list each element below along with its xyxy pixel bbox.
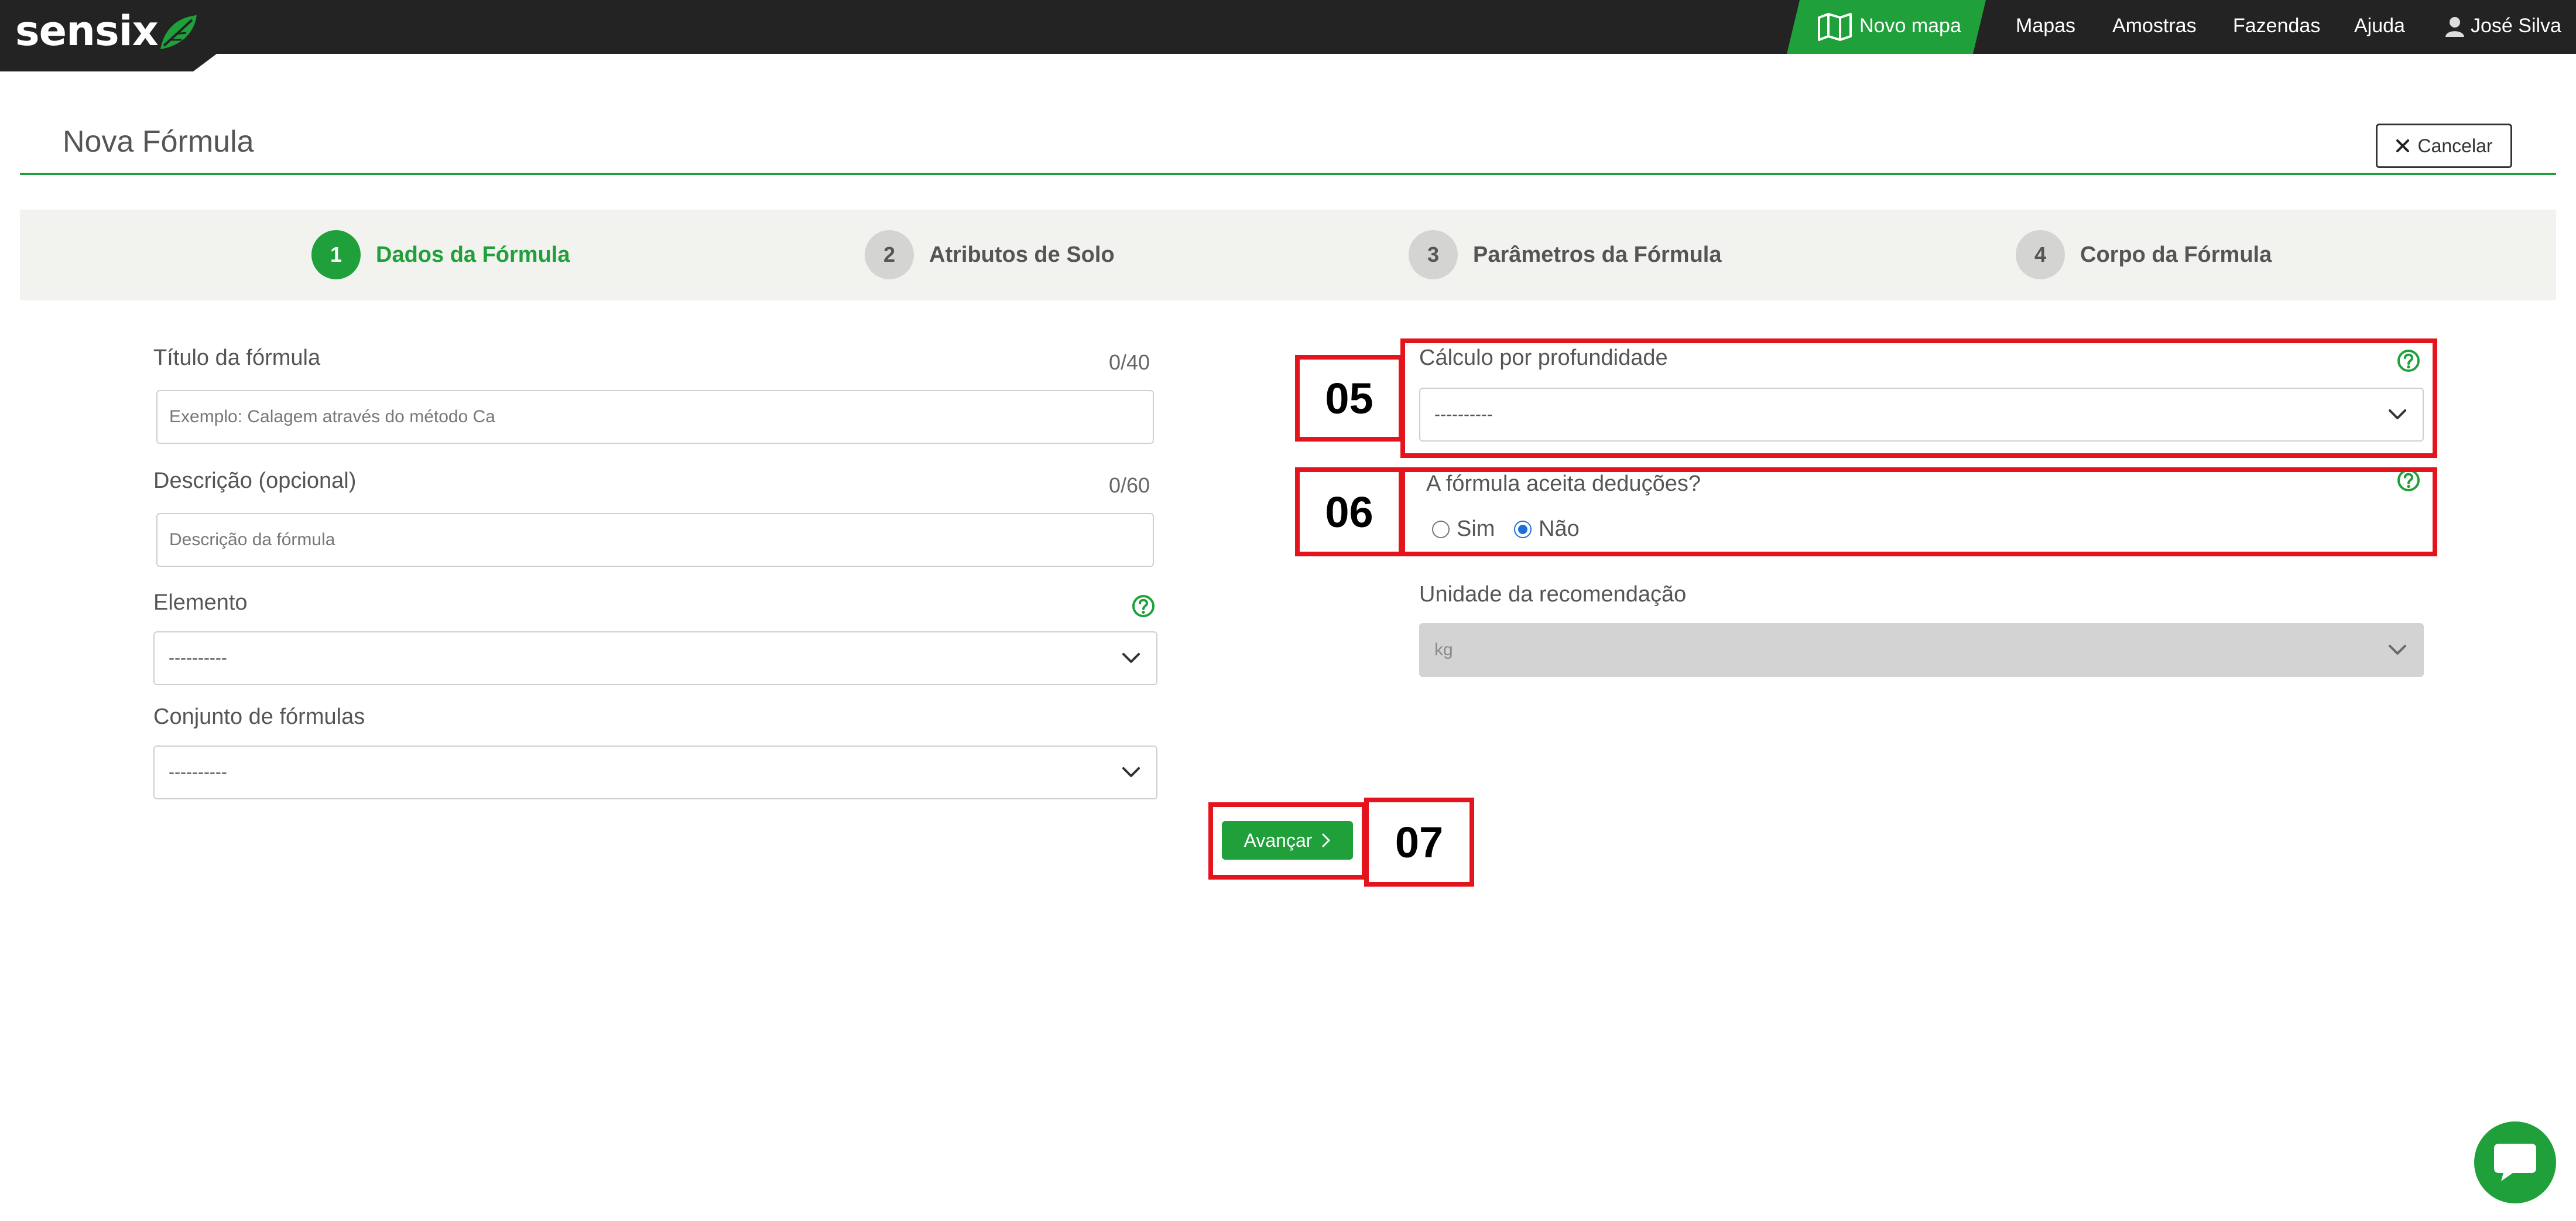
nav-link-help[interactable]: Ajuda — [2354, 15, 2405, 37]
formula-title-label: Título da fórmula — [153, 346, 321, 370]
element-label: Elemento — [153, 590, 248, 615]
formula-set-select[interactable]: ---------- — [153, 745, 1157, 799]
step-number: 1 — [311, 230, 361, 279]
nav-link-maps[interactable]: Mapas — [2016, 15, 2075, 37]
step-formula-body[interactable]: 4 Corpo da Fórmula — [2016, 228, 2272, 281]
logo-text: sensix — [15, 7, 159, 55]
step-number: 3 — [1409, 230, 1458, 279]
cancel-label: Cancelar — [2417, 135, 2493, 156]
close-icon — [2396, 139, 2410, 152]
stepper: 1 Dados da Fórmula 2 Atributos de Solo 3… — [20, 210, 2556, 300]
step-formula-parameters[interactable]: 3 Parâmetros da Fórmula — [1409, 228, 1721, 281]
nav-link-samples[interactable]: Amostras — [2112, 15, 2197, 37]
chevron-down-icon — [2389, 645, 2406, 655]
step-label: Dados da Fórmula — [376, 242, 570, 267]
step-label: Corpo da Fórmula — [2080, 242, 2272, 267]
user-name[interactable]: José Silva — [2471, 15, 2561, 37]
logo[interactable]: sensix — [0, 0, 217, 71]
annotation-number: 05 — [1295, 355, 1403, 442]
formula-set-label: Conjunto de fórmulas — [153, 704, 365, 729]
element-select-value: ---------- — [169, 648, 227, 668]
annotation-number: 06 — [1295, 467, 1403, 556]
chevron-down-icon — [1122, 653, 1140, 663]
cancel-button[interactable]: Cancelar — [2376, 124, 2512, 168]
page-title: Nova Fórmula — [63, 125, 254, 159]
new-map-button[interactable]: Novo mapa — [1787, 0, 1986, 54]
formula-title-input[interactable] — [156, 390, 1154, 444]
step-number: 4 — [2016, 230, 2065, 279]
formula-set-select-value: ---------- — [169, 762, 227, 782]
element-select[interactable]: ---------- — [153, 631, 1157, 685]
formula-title-counter: 0/40 — [1109, 350, 1150, 374]
map-icon — [1818, 13, 1852, 41]
recommendation-unit-label: Unidade da recomendação — [1419, 582, 1687, 607]
recommendation-unit-value: kg — [1434, 640, 1453, 659]
chevron-down-icon — [1122, 767, 1140, 777]
annotation-number: 07 — [1364, 798, 1474, 887]
user-icon[interactable] — [2445, 16, 2465, 37]
recommendation-unit-select: kg — [1419, 623, 2424, 677]
title-divider — [20, 173, 2556, 175]
chat-bubble-icon — [2494, 1144, 2536, 1181]
step-form-data[interactable]: 1 Dados da Fórmula — [311, 228, 570, 281]
help-icon[interactable] — [1131, 594, 1156, 618]
annotation-box-deductions — [1400, 467, 2437, 556]
step-label: Parâmetros da Fórmula — [1473, 242, 1722, 267]
nav-link-farms[interactable]: Fazendas — [2233, 15, 2320, 37]
description-counter: 0/60 — [1109, 473, 1150, 497]
description-label: Descrição (opcional) — [153, 468, 357, 493]
annotation-box-depth — [1400, 338, 2437, 458]
new-map-label: Novo mapa — [1859, 15, 1961, 37]
step-soil-attributes[interactable]: 2 Atributos de Solo — [865, 228, 1115, 281]
step-number: 2 — [865, 230, 914, 279]
annotation-box-next — [1208, 802, 1366, 880]
leaf-icon — [160, 15, 197, 49]
step-label: Atributos de Solo — [929, 242, 1115, 267]
description-input[interactable] — [156, 513, 1154, 567]
chat-button[interactable] — [2474, 1121, 2556, 1203]
